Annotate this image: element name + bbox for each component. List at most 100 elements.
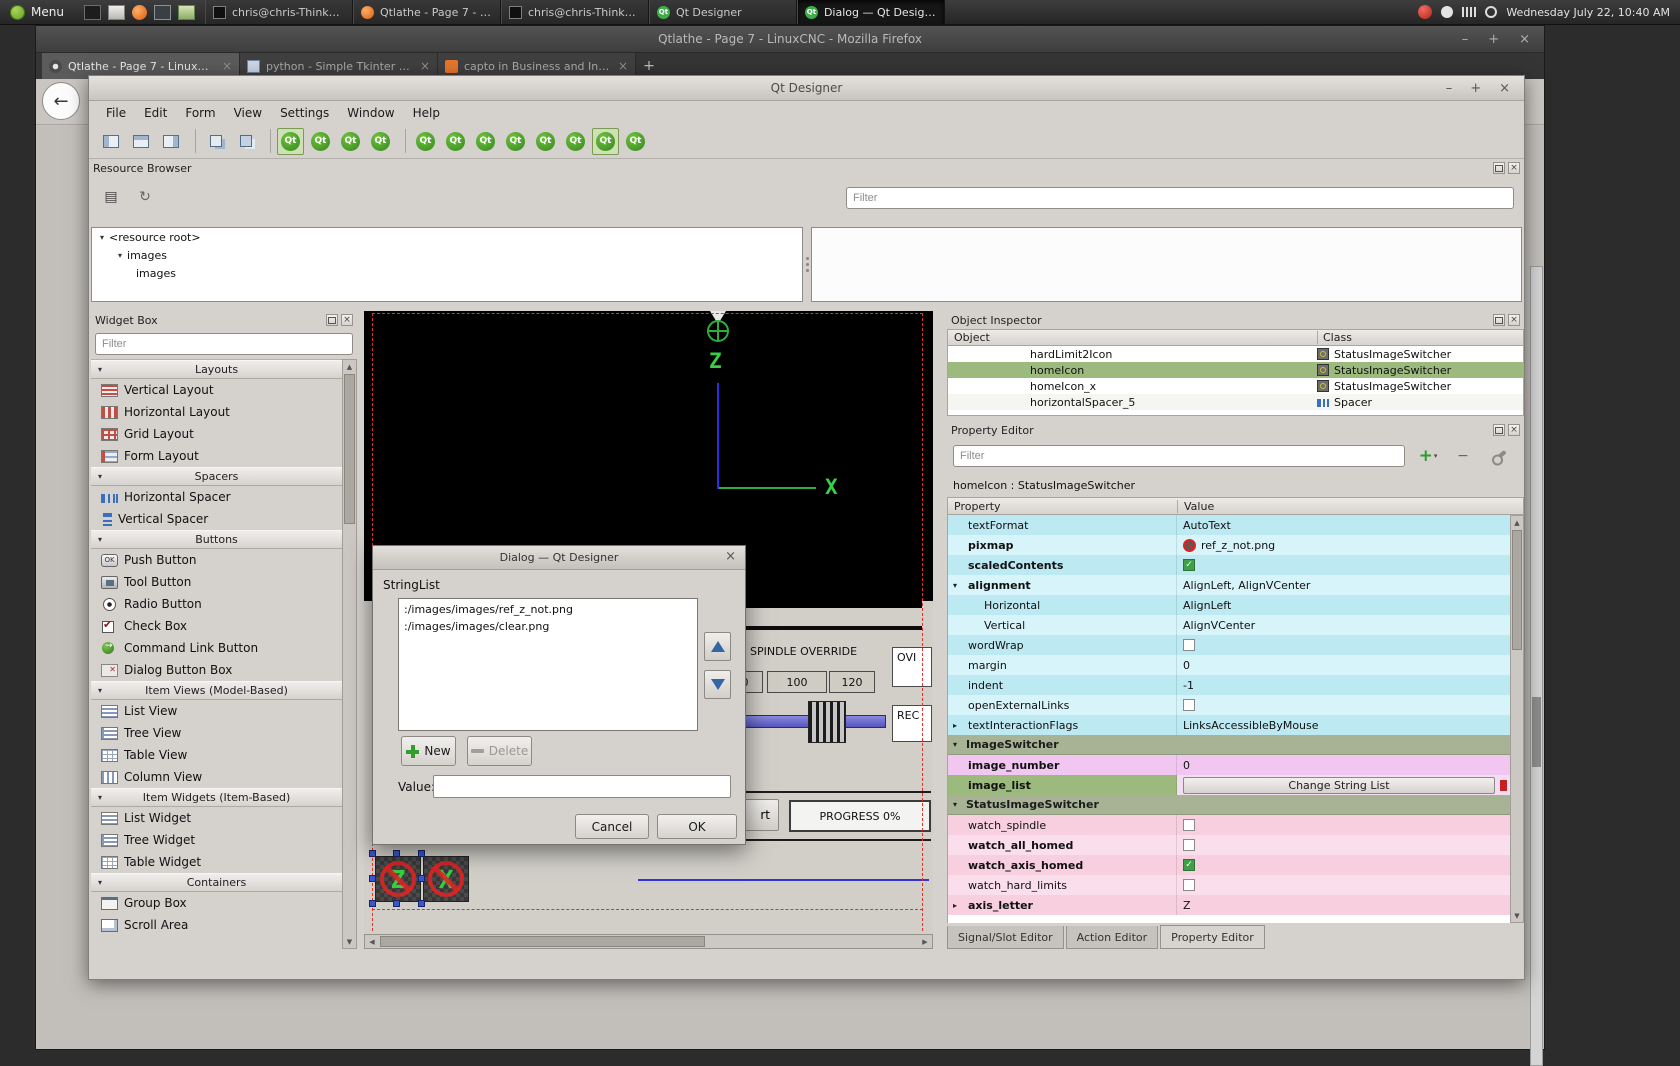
slider-handle[interactable] xyxy=(808,701,846,743)
inspector-row[interactable]: homeIconStatusImageSwitcher xyxy=(948,362,1523,378)
delete-button[interactable]: Delete xyxy=(467,736,532,766)
property-row-watch-all-homed[interactable]: watch_all_homed xyxy=(948,835,1510,855)
dock-left-button[interactable] xyxy=(97,128,124,155)
property-row-textformat[interactable]: textFormatAutoText xyxy=(948,515,1510,535)
paste-widgets-button[interactable] xyxy=(232,128,259,155)
checkbox-unchecked-icon[interactable] xyxy=(1183,699,1195,711)
expand-icon[interactable] xyxy=(953,721,957,730)
expand-icon[interactable] xyxy=(953,901,957,910)
scroll-left-icon[interactable] xyxy=(365,935,379,948)
inspector-row[interactable]: hardLimit2IconStatusImageSwitcher xyxy=(948,346,1523,362)
widget-item-column-view[interactable]: Column View xyxy=(91,766,342,788)
property-row-wordwrap[interactable]: wordWrap xyxy=(948,635,1510,655)
widget-item-tool-button[interactable]: Tool Button xyxy=(91,571,342,593)
expand-icon[interactable] xyxy=(953,581,957,590)
selection-handle[interactable] xyxy=(418,900,425,907)
qt-button[interactable] xyxy=(442,128,469,155)
menu-button[interactable]: Menu xyxy=(0,0,74,24)
tab-close-icon[interactable] xyxy=(618,59,628,73)
menu-file[interactable]: File xyxy=(97,104,135,122)
column-property[interactable]: Property xyxy=(948,500,1177,513)
qt-button[interactable] xyxy=(367,128,394,155)
menu-settings[interactable]: Settings xyxy=(271,104,338,122)
menu-view[interactable]: View xyxy=(225,104,271,122)
widget-item-push-button[interactable]: Push Button xyxy=(91,549,342,571)
property-row-textinteractionflags[interactable]: textInteractionFlagsLinksAccessibleByMou… xyxy=(948,715,1510,735)
shield-icon[interactable] xyxy=(1418,5,1432,19)
category-layouts[interactable]: Layouts xyxy=(91,360,342,379)
checkbox-unchecked-icon[interactable] xyxy=(1183,879,1195,891)
remove-dynamic-property-button[interactable] xyxy=(1451,445,1475,467)
property-row-watch-axis-homed[interactable]: watch_axis_homed xyxy=(948,855,1510,875)
scroll-up-icon[interactable] xyxy=(343,360,356,373)
tab-close-icon[interactable] xyxy=(222,59,232,73)
reload-resources-button[interactable] xyxy=(133,185,157,209)
qt-button[interactable] xyxy=(307,128,334,155)
screen-launcher-icon[interactable] xyxy=(154,5,171,20)
menu-help[interactable]: Help xyxy=(404,104,449,122)
tab-signal-slot-editor[interactable]: Signal/Slot Editor xyxy=(947,926,1064,949)
checkbox-unchecked-icon[interactable] xyxy=(1183,839,1195,851)
scrollbar-thumb[interactable] xyxy=(344,374,355,524)
checkbox-unchecked-icon[interactable] xyxy=(1183,639,1195,651)
tree-item[interactable]: <resource root> xyxy=(92,228,802,246)
inspector-row[interactable]: horizontalSpacer_5Spacer xyxy=(948,394,1523,410)
column-value[interactable]: Value xyxy=(1177,500,1523,513)
line-widget[interactable] xyxy=(638,879,929,881)
widget-item-dialog-button-box[interactable]: Dialog Button Box xyxy=(91,659,342,681)
widget-filter-input[interactable] xyxy=(95,333,353,355)
canvas-horizontal-scrollbar[interactable] xyxy=(364,934,933,949)
widget-item-grid-layout[interactable]: Grid Layout xyxy=(91,423,342,445)
property-row-watch-hard-limits[interactable]: watch_hard_limits xyxy=(948,875,1510,895)
back-button[interactable] xyxy=(42,82,80,120)
scrollbar-thumb[interactable] xyxy=(1512,530,1522,650)
selection-handle[interactable] xyxy=(369,900,376,907)
window-button[interactable]: chris@chris-ThinkPa... xyxy=(501,0,649,24)
widget-item-horizontal-layout[interactable]: Horizontal Layout xyxy=(91,401,342,423)
tree-item[interactable]: images xyxy=(92,264,802,282)
property-row-image-list[interactable]: image_listChange String List xyxy=(948,775,1510,795)
edit-resources-button[interactable] xyxy=(99,185,123,209)
resource-filter-input[interactable] xyxy=(846,187,1514,209)
tab-property-editor[interactable]: Property Editor xyxy=(1160,925,1265,949)
menu-window[interactable]: Window xyxy=(338,104,403,122)
copy-widgets-button[interactable] xyxy=(202,128,229,155)
widget-item-radio-button[interactable]: Radio Button xyxy=(91,593,342,615)
widget-item-check-box[interactable]: Check Box xyxy=(91,615,342,637)
checkbox-checked-icon[interactable] xyxy=(1183,859,1195,871)
widget-item-group-box[interactable]: Group Box xyxy=(91,892,342,914)
widget-item-table-widget[interactable]: Table Widget xyxy=(91,851,342,873)
close-icon[interactable] xyxy=(1519,32,1530,47)
selection-handle[interactable] xyxy=(369,875,376,882)
network-icon[interactable] xyxy=(1462,7,1476,17)
move-down-button[interactable] xyxy=(704,670,731,699)
cancel-button[interactable]: Cancel xyxy=(575,814,649,839)
move-up-button[interactable] xyxy=(704,632,731,661)
selection-handle[interactable] xyxy=(369,850,376,857)
qt-button[interactable] xyxy=(592,128,619,155)
minimize-icon[interactable] xyxy=(1446,81,1453,96)
selection-handle[interactable] xyxy=(418,850,425,857)
widget-item-scroll-area[interactable]: Scroll Area xyxy=(91,914,342,936)
change-string-list-button[interactable]: Change String List xyxy=(1183,777,1495,794)
tab-close-icon[interactable] xyxy=(420,59,430,73)
scrollbar-thumb[interactable] xyxy=(1532,697,1541,767)
widget-item-list-widget[interactable]: List Widget xyxy=(91,807,342,829)
float-dock-icon[interactable] xyxy=(1493,314,1505,326)
close-dock-icon[interactable] xyxy=(341,314,353,326)
selection-handle[interactable] xyxy=(418,875,425,882)
stringlist-item[interactable]: :/images/images/ref_z_not.png xyxy=(399,601,697,618)
qt-button[interactable] xyxy=(472,128,499,155)
widget-item-command-link-button[interactable]: Command Link Button xyxy=(91,637,342,659)
property-row-image-number[interactable]: image_number0 xyxy=(948,755,1510,775)
stringlist-box[interactable]: :/images/images/ref_z_not.png:/images/im… xyxy=(398,598,698,731)
property-section-statusimageswitcher[interactable]: StatusImageSwitcher xyxy=(948,795,1510,815)
property-row-horizontal[interactable]: HorizontalAlignLeft xyxy=(948,595,1510,615)
category-buttons[interactable]: Buttons xyxy=(91,530,342,549)
qt-button[interactable] xyxy=(532,128,559,155)
clockic-icon[interactable] xyxy=(1485,6,1497,18)
spindle-slider[interactable] xyxy=(722,715,886,728)
firefox-titlebar[interactable]: Qtlathe - Page 7 - LinuxCNC - Mozilla Fi… xyxy=(36,26,1544,53)
scrollbar-thumb[interactable] xyxy=(380,936,705,947)
tab-action-editor[interactable]: Action Editor xyxy=(1066,926,1159,949)
